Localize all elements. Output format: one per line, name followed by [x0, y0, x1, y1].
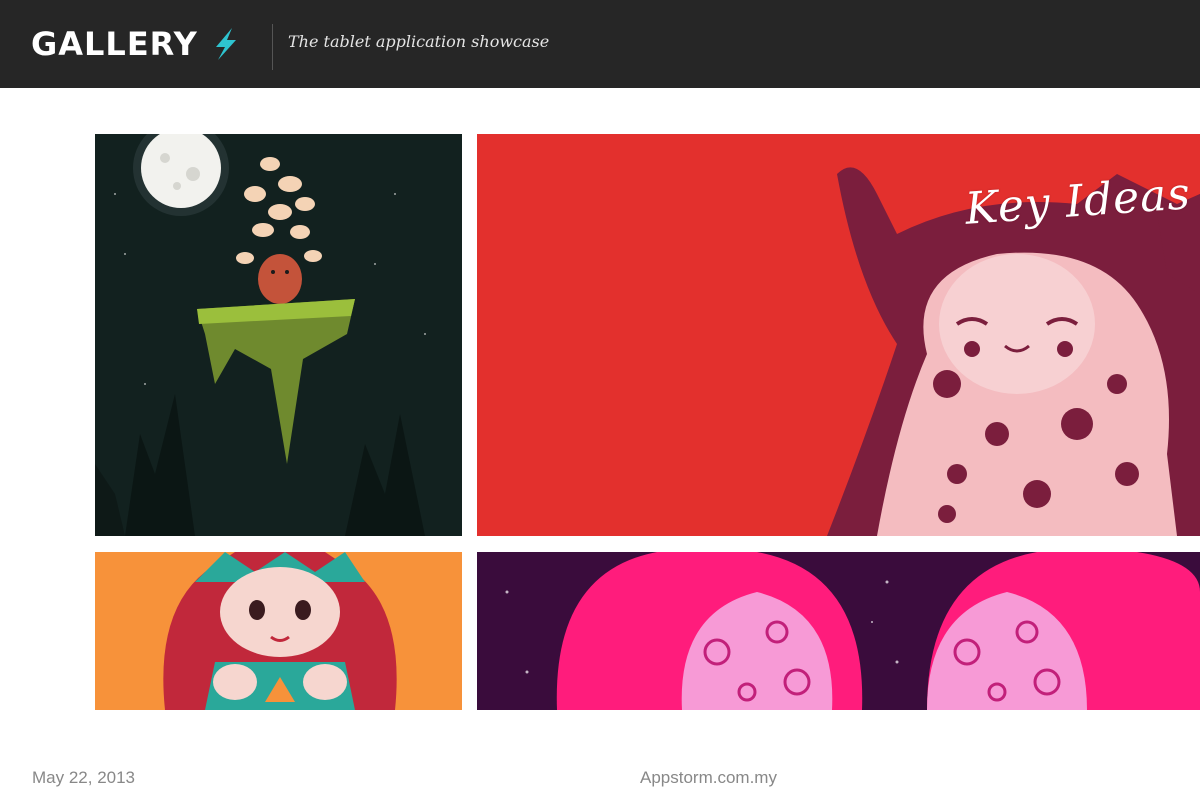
gallery-tile-character[interactable]: [95, 552, 462, 710]
logo-text: GALLERY: [31, 25, 198, 63]
floating-island-artwork: [95, 134, 462, 536]
header-divider: [272, 24, 273, 70]
top-bar: GALLERY The tablet application showcase: [0, 0, 1200, 88]
tagline: The tablet application showcase: [288, 32, 550, 51]
lightning-bolt-icon: [215, 28, 236, 60]
character-artwork: [95, 552, 462, 710]
gallery-tile-doodle-heads[interactable]: [477, 552, 1200, 710]
footer-date: May 22, 2013: [32, 768, 136, 787]
gallery-tile-key-ideas[interactable]: Key Ideas: [477, 134, 1200, 536]
footer-source: Appstorm.com.my: [640, 768, 777, 787]
gallery-tile-floating-island[interactable]: [95, 134, 462, 536]
doodle-heads-artwork: [477, 552, 1200, 710]
gallery-logo[interactable]: GALLERY: [31, 24, 240, 64]
